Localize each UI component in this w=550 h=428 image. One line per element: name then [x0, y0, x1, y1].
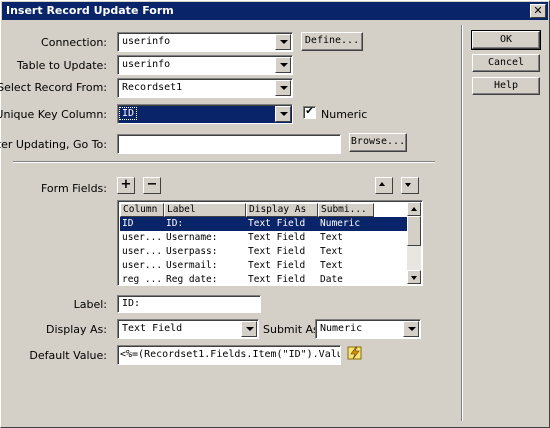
vertical-separator: [461, 25, 463, 421]
cell-display-as: Text Field: [248, 260, 306, 271]
connection-value: userinfo: [122, 36, 171, 47]
display-as-select[interactable]: Text Field: [117, 319, 259, 339]
field-label-input[interactable]: ID:: [117, 295, 261, 313]
chevron-down-icon[interactable]: [403, 321, 419, 337]
dynamic-data-button[interactable]: [347, 345, 365, 363]
close-button[interactable]: ✕: [530, 4, 546, 18]
minus-icon: −: [146, 177, 158, 192]
recordset-value: Recordset1: [122, 82, 183, 93]
ok-button[interactable]: OK: [471, 30, 541, 50]
connection-label: Connection:: [41, 36, 107, 49]
cell-submit: Numeric: [320, 218, 361, 229]
unique-key-label: Unique Key Column:: [0, 108, 107, 121]
cell-label: ID:: [166, 218, 184, 229]
title-bar[interactable]: Insert Record Update Form ✕: [2, 2, 548, 20]
cell-submit: Text: [320, 260, 343, 271]
grid-header: Column Label Display As Submi...: [120, 203, 410, 217]
table-value: userinfo: [122, 59, 171, 70]
cell-display-as: Text Field: [248, 218, 306, 229]
checkmark-icon: ✔: [305, 106, 314, 117]
chevron-down-icon[interactable]: [241, 321, 257, 337]
cell-display-as: Text Field: [248, 274, 306, 285]
unique-key-select[interactable]: ID: [117, 104, 293, 124]
default-value-text: <%=(Recordset1.Fields.Item("ID").Value)%…: [120, 349, 340, 360]
move-down-button[interactable]: [401, 177, 419, 194]
cancel-button[interactable]: Cancel: [472, 54, 540, 72]
column-header[interactable]: Column: [120, 203, 164, 217]
cell-label: Reg date:: [166, 274, 218, 285]
table-row[interactable]: user... Username: Text Field Text: [120, 231, 410, 245]
remove-field-button[interactable]: −: [143, 177, 161, 194]
cell-display-as: Text Field: [248, 246, 306, 257]
scroll-thumb[interactable]: [407, 216, 421, 246]
scroll-up-icon[interactable]: [407, 202, 421, 216]
chevron-down-icon[interactable]: [275, 80, 291, 96]
close-icon: ✕: [533, 4, 543, 17]
cell-label: Username:: [166, 232, 218, 243]
display-as-value: Text Field: [122, 323, 183, 334]
default-value-label: Default Value:: [29, 349, 107, 362]
connection-select[interactable]: userinfo: [117, 32, 293, 52]
field-label-label: Label:: [73, 298, 107, 311]
define-button[interactable]: Define...: [301, 32, 363, 51]
help-button[interactable]: Help: [472, 77, 540, 95]
table-select[interactable]: userinfo: [117, 55, 293, 75]
cell-column: user...: [122, 246, 163, 257]
table-row[interactable]: user... Usermail: Text Field Text: [120, 259, 410, 273]
scroll-down-icon[interactable]: [407, 270, 421, 284]
add-field-button[interactable]: +: [117, 177, 135, 194]
form-fields-grid[interactable]: Column Label Display As Submi... ID ID: …: [117, 200, 423, 286]
form-fields-label: Form Fields:: [40, 182, 107, 195]
cell-display-as: Text Field: [248, 232, 306, 243]
cell-column: user...: [122, 232, 163, 243]
table-row[interactable]: user... Userpass: Text Field Text: [120, 245, 410, 259]
column-header[interactable]: Submi...: [318, 203, 374, 217]
cell-column: ID: [122, 218, 134, 229]
display-as-label: Display As:: [45, 323, 107, 336]
cell-submit: Text: [320, 232, 343, 243]
recordset-label: Select Record From:: [0, 81, 107, 94]
submit-as-label: Submit As:: [263, 323, 323, 336]
plus-icon: +: [120, 177, 132, 192]
after-update-label: After Updating, Go To:: [0, 138, 107, 151]
lightning-bolt-icon: [347, 346, 362, 360]
chevron-down-icon[interactable]: [275, 57, 291, 73]
column-header[interactable]: Label: [164, 203, 246, 217]
submit-as-value: Numeric: [320, 323, 363, 334]
cell-column: reg ...: [122, 274, 163, 285]
default-value-input[interactable]: <%=(Recordset1.Fields.Item("ID").Value)%…: [117, 345, 341, 365]
after-update-input[interactable]: [117, 134, 341, 154]
submit-as-select[interactable]: Numeric: [315, 319, 421, 339]
separator: [13, 161, 435, 163]
table-row[interactable]: reg ... Reg date: Text Field Date: [120, 273, 410, 285]
recordset-select[interactable]: Recordset1: [117, 78, 293, 98]
dialog-window: Insert Record Update Form ✕ Connection: …: [0, 0, 550, 428]
vertical-scrollbar[interactable]: [407, 202, 421, 284]
numeric-label: Numeric: [321, 108, 368, 121]
chevron-down-icon[interactable]: [275, 106, 291, 122]
column-header[interactable]: Display As: [246, 203, 318, 217]
cell-label: Userpass:: [166, 246, 218, 257]
unique-key-value: ID: [118, 107, 138, 120]
cell-submit: Text: [320, 246, 343, 257]
table-label: Table to Update:: [16, 59, 107, 72]
field-label-value: ID:: [122, 298, 141, 309]
chevron-down-icon[interactable]: [275, 34, 291, 50]
cell-column: user...: [122, 260, 163, 271]
browse-button[interactable]: Browse...: [349, 133, 407, 152]
window-title: Insert Record Update Form: [6, 4, 174, 17]
table-row[interactable]: ID ID: Text Field Numeric: [120, 217, 410, 231]
cell-label: Usermail:: [166, 260, 218, 271]
move-up-button[interactable]: [375, 177, 393, 194]
cell-submit: Date: [320, 274, 343, 285]
numeric-checkbox[interactable]: ✔: [303, 106, 316, 119]
